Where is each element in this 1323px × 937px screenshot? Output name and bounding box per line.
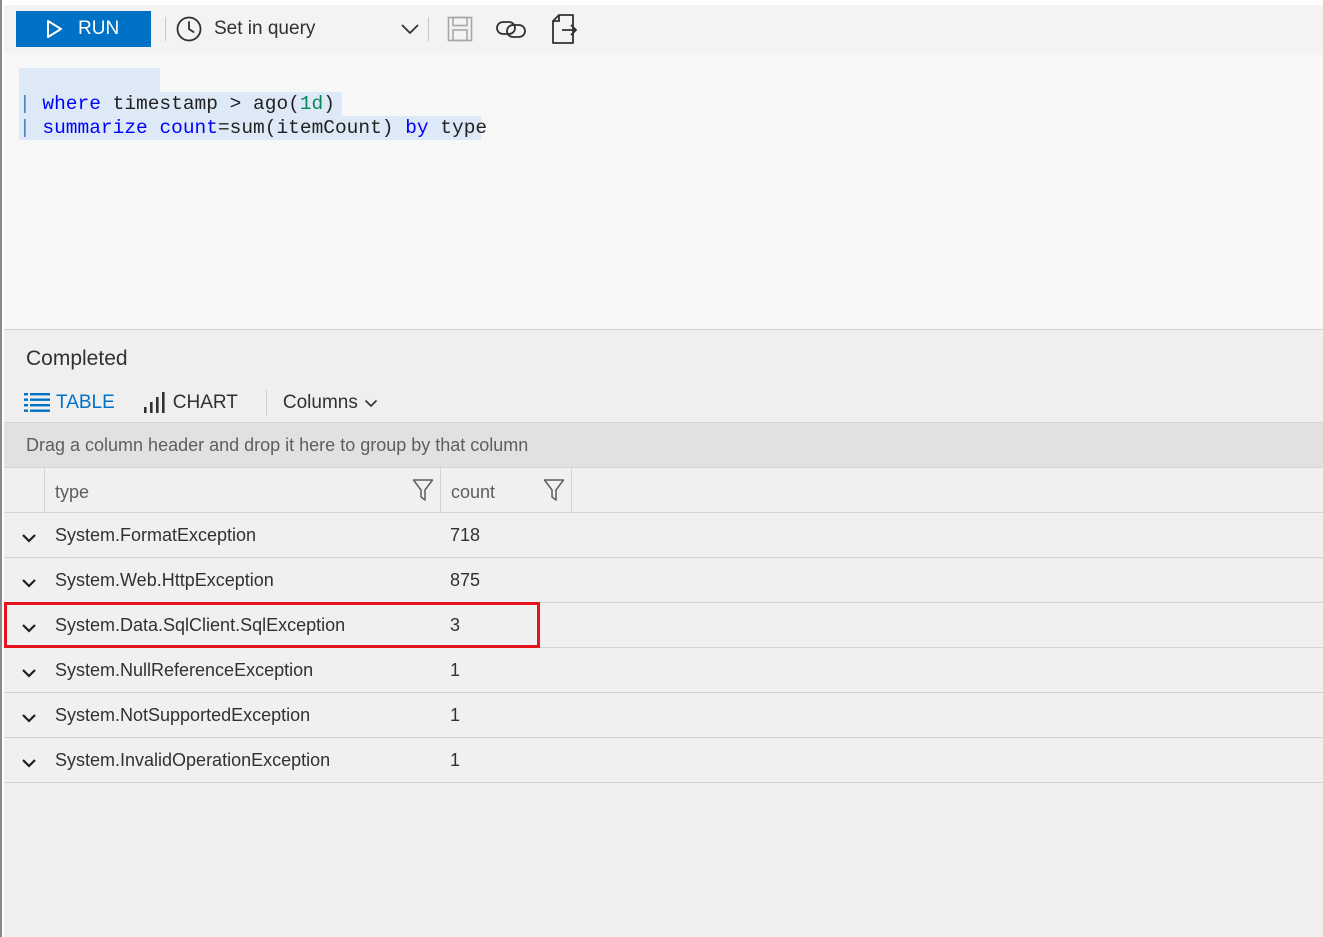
column-header-count[interactable]: count [440, 468, 572, 512]
toolbar-divider [165, 17, 166, 41]
chevron-down-icon[interactable] [20, 709, 38, 727]
cell-count: 1 [450, 705, 461, 725]
results-pane: Completed TABLE CHART Columns Drag a col… [4, 329, 1323, 937]
chevron-down-icon[interactable] [20, 754, 38, 772]
tab-chart-label: CHART [172, 392, 238, 413]
code-keyword: count [159, 117, 218, 139]
time-range-label: Set in query [214, 18, 316, 39]
code-text: type [428, 117, 488, 139]
time-range-picker[interactable]: Set in query [176, 13, 420, 45]
chevron-down-icon[interactable] [20, 529, 38, 547]
filter-icon[interactable] [543, 478, 565, 502]
columns-button[interactable]: Columns [283, 392, 378, 414]
table-row[interactable]: System.NullReferenceException 1 [4, 648, 1323, 693]
code-keyword: where [42, 93, 101, 115]
query-status: Completed [26, 347, 128, 370]
query-editor[interactable]: exceptions | where timestamp > ago(1d) |… [4, 53, 1323, 329]
toolbar-divider [428, 17, 429, 41]
columns-button-label: Columns [282, 392, 358, 413]
code-text: timestamp > ago( [100, 93, 300, 115]
cell-count: 718 [450, 525, 481, 545]
chevron-down-icon [401, 24, 419, 35]
cell-type: System.Data.SqlClient.SqlException [55, 615, 346, 635]
filter-icon[interactable] [412, 478, 434, 502]
results-table: type count System.FormatException 718 Sy… [4, 468, 1323, 783]
chevron-down-icon[interactable] [20, 619, 38, 637]
table-row[interactable]: System.NotSupportedException 1 [4, 693, 1323, 738]
run-button[interactable]: RUN [16, 11, 151, 47]
code-line: exceptions [19, 68, 206, 115]
tabs-divider [265, 390, 267, 416]
cell-type: System.FormatException [55, 525, 257, 545]
play-icon [47, 20, 62, 38]
cell-type: System.NullReferenceException [55, 660, 314, 680]
table-row[interactable]: System.FormatException 718 [4, 513, 1323, 558]
app-frame: RUN Set in query | where timestamp > ago… [0, 0, 1323, 937]
clock-icon [176, 16, 202, 42]
run-button-label: RUN [78, 18, 120, 39]
table-row[interactable]: System.InvalidOperationException 1 [4, 738, 1323, 783]
tab-table-label: TABLE [56, 392, 115, 413]
query-toolbar: RUN Set in query [4, 5, 1323, 53]
tab-table[interactable]: TABLE [24, 392, 115, 414]
code-pipe: | [19, 117, 31, 139]
code-pipe: | [19, 93, 31, 115]
cell-type: System.NotSupportedException [55, 705, 311, 725]
tab-chart[interactable]: CHART [143, 392, 238, 414]
table-header: type count [4, 468, 1323, 513]
chevron-down-icon[interactable] [20, 664, 38, 682]
column-header-label: type [55, 482, 90, 502]
code-line: | summarize count=sum(itemCount) by type [19, 116, 487, 140]
code-text: ) [323, 93, 335, 115]
cell-count: 875 [450, 570, 481, 590]
column-header-type[interactable]: type [44, 468, 440, 512]
group-by-drop-zone[interactable]: Drag a column header and drop it here to… [4, 422, 1323, 468]
code-text: =sum(itemCount) [217, 117, 406, 139]
bar-chart-icon [143, 392, 165, 413]
table-row[interactable]: System.Data.SqlClient.SqlException 3 [4, 603, 1323, 648]
cell-count: 1 [450, 660, 461, 680]
code-number: 1d [299, 93, 324, 115]
column-header-label: count [451, 482, 496, 502]
table-row[interactable]: System.Web.HttpException 875 [4, 558, 1323, 603]
code-keyword: by [405, 117, 429, 139]
cell-type: System.Web.HttpException [55, 570, 274, 590]
chevron-down-icon[interactable] [20, 574, 38, 592]
chevron-down-icon [364, 399, 377, 408]
table-icon [24, 393, 50, 412]
copy-link-button[interactable] [495, 13, 527, 45]
save-button[interactable] [444, 13, 476, 45]
cell-count: 1 [450, 750, 461, 770]
cell-count: 3 [450, 615, 461, 635]
code-line: | where timestamp > ago(1d) [19, 92, 342, 116]
save-icon [447, 16, 473, 42]
export-icon [552, 14, 577, 44]
code-keyword: summarize [42, 117, 148, 139]
link-icon [496, 21, 526, 38]
results-view-tabs: TABLE CHART Columns [24, 388, 378, 418]
export-button[interactable] [547, 13, 579, 45]
cell-type: System.InvalidOperationException [55, 750, 331, 770]
